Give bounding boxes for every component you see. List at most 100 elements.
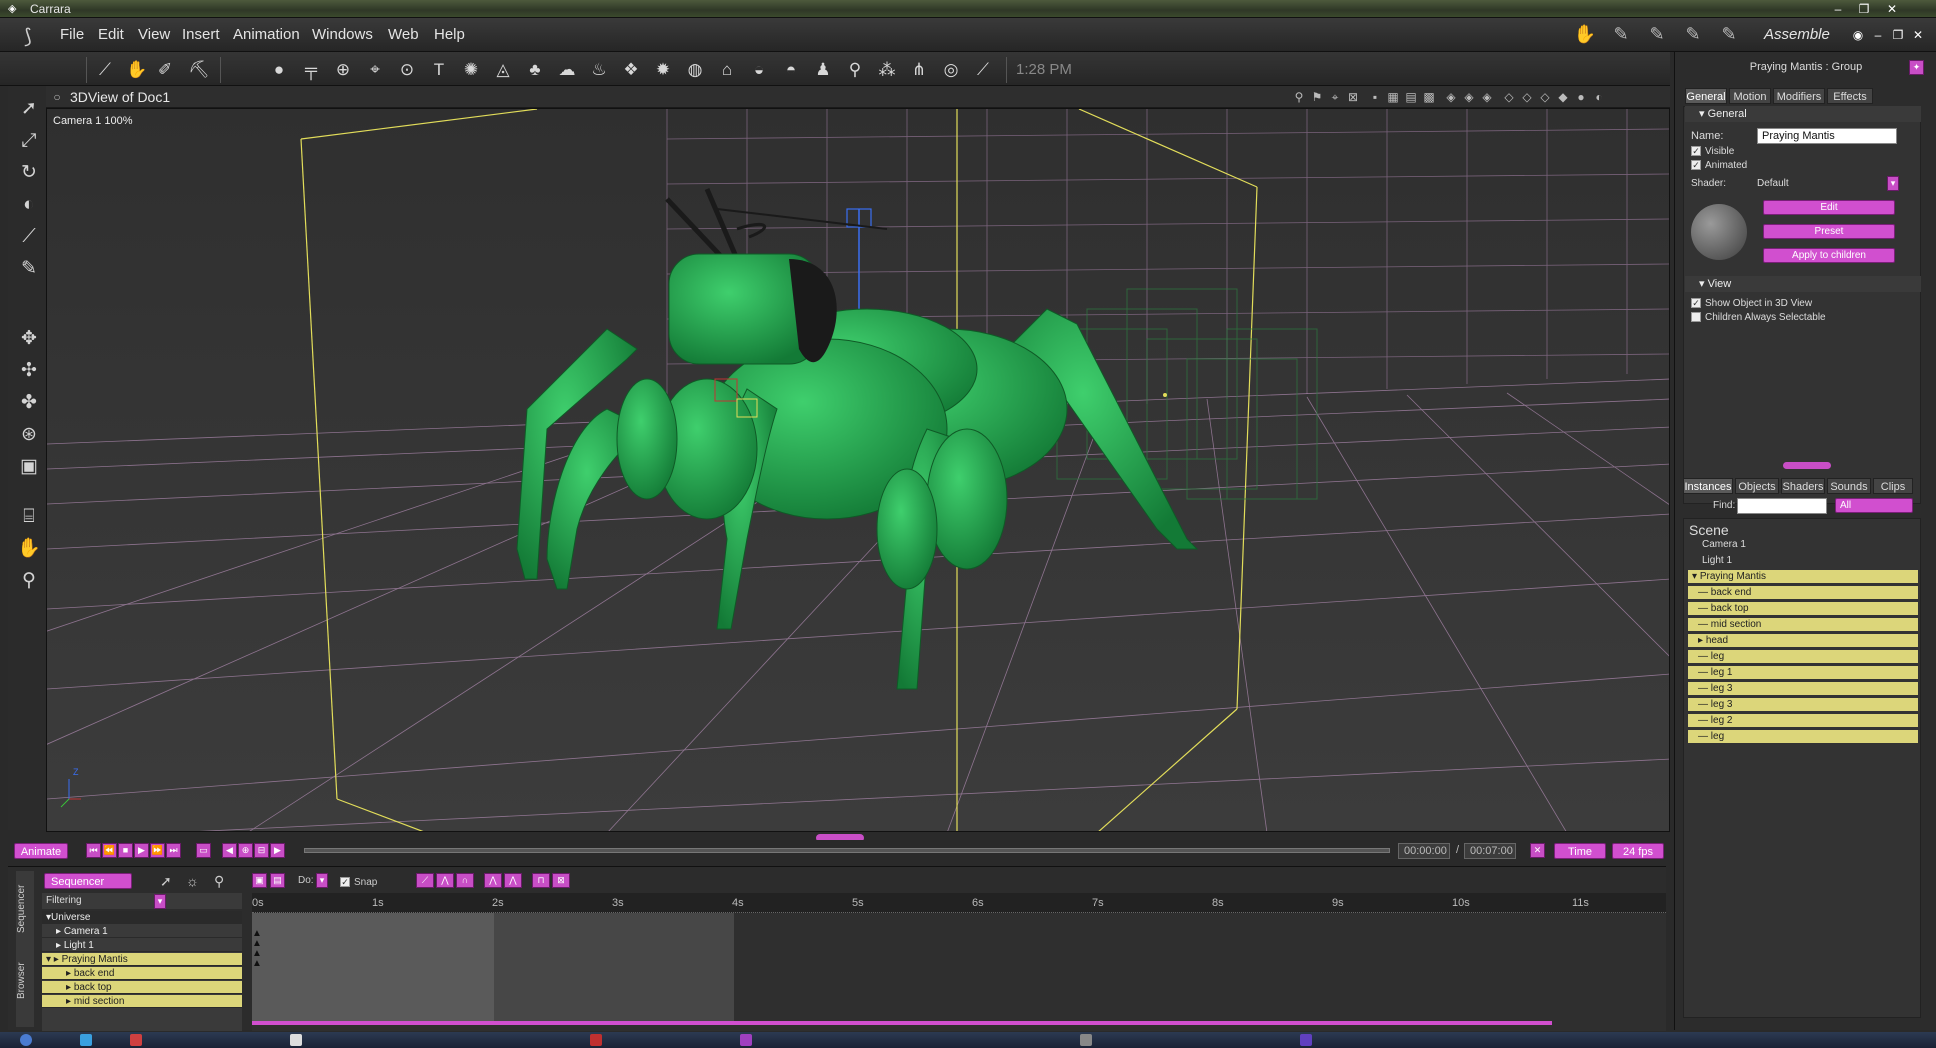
doc-select[interactable]: ▾ [316,873,328,888]
keyframe-markers[interactable]: ▲ ▲ ▲ ▲ [252,929,262,969]
expand-icon[interactable]: ▾ [1688,571,1700,582]
wand-icon[interactable]: ⟋ [94,59,116,81]
move-z-icon[interactable]: ✣ [16,358,42,384]
shade-wire-icon[interactable]: ◇ [1520,90,1534,104]
name-field[interactable]: Praying Mantis [1757,128,1897,144]
expand-icon[interactable]: ▸ [42,926,64,937]
tab-shaders[interactable]: Shaders [1781,478,1825,494]
menu-view[interactable]: View [138,26,170,43]
instance-row[interactable]: — leg 3 [1688,698,1918,712]
expand-icon[interactable]: ▸ [42,968,74,979]
layout-three-icon[interactable]: ▤ [1404,90,1418,104]
tab-instances[interactable]: Instances [1683,478,1733,494]
expand-icon[interactable]: ▸ [42,996,74,1007]
expand-icon[interactable]: ▾ [42,912,51,923]
taskbar-app-icon[interactable] [1300,1034,1312,1046]
menu-help[interactable]: Help [434,26,465,43]
sequencer-mode-select[interactable]: Sequencer [44,873,132,889]
house-icon[interactable]: ⌂ [716,59,738,81]
room-model-icon[interactable]: ✎ [1608,24,1634,48]
expand-icon[interactable]: ▸ [42,940,64,951]
pen-icon[interactable]: ✐ [154,59,176,81]
vertex-icon[interactable]: ⊙ [396,59,418,81]
end-time-field[interactable]: 00:07:00 [1464,843,1516,859]
taskbar-app-icon[interactable] [1080,1034,1092,1046]
track-row[interactable]: ▾ ▸ Praying Mantis [42,953,242,966]
instance-row[interactable]: — leg 1 [1688,666,1918,680]
tween-custom-icon[interactable]: ⊠ [552,873,570,888]
shader-select[interactable]: ▾ [1887,176,1899,191]
track-row[interactable]: ▸ back end [42,967,242,980]
trackball-icon[interactable]: ⊛ [16,422,42,448]
instance-row[interactable]: ▾ Praying Mantis [1688,570,1918,584]
hair-icon[interactable]: ✹ [652,59,674,81]
instance-row[interactable]: — back end [1688,586,1918,600]
move-xy-icon[interactable]: ✥ [16,326,42,352]
shade-bounding-icon[interactable]: ◇ [1538,90,1552,104]
taskbar-app-icon[interactable] [590,1034,602,1046]
3d-viewport[interactable]: Z Camera 1 100% [46,108,1670,832]
step-back-icon[interactable]: ⏪ [102,843,117,858]
view-tool-1-icon[interactable]: ⚲ [1292,90,1306,104]
tab-effects[interactable]: Effects [1827,88,1873,104]
fps-select[interactable]: 24 fps [1612,843,1664,859]
filter-select[interactable]: All [1835,498,1913,513]
globe-icon[interactable]: ⊕ [332,59,354,81]
menu-web[interactable]: Web [388,26,419,43]
ring-icon[interactable]: ◍ [684,59,706,81]
expand-icon[interactable]: ▸ [1688,635,1706,646]
text-icon[interactable]: T [428,59,450,81]
rotate-tool-icon[interactable]: ↻ [16,160,42,186]
restore-icon[interactable]: ❐ [1852,0,1876,18]
select-arrow-icon[interactable]: ➚ [16,96,42,122]
preset-button[interactable]: Preset [1763,224,1895,239]
seq-option-2-icon[interactable]: ▤ [270,873,285,888]
shader-value[interactable]: Default [1757,178,1789,189]
tab-modifiers[interactable]: Modifiers [1773,88,1825,104]
menu-windows[interactable]: Windows [312,26,373,43]
render-mode-2-icon[interactable]: ◈ [1462,90,1476,104]
room-build-icon[interactable]: ✋ [1572,24,1598,48]
panel-menu-icon[interactable]: ✦ [1909,60,1924,75]
edit-button[interactable]: Edit [1763,200,1895,215]
instance-row[interactable]: — leg [1688,650,1918,664]
step-forward-icon[interactable]: ⏩ [150,843,165,858]
next-key-icon[interactable]: ▶ [270,843,285,858]
tween-smooth-icon[interactable]: ∩ [456,873,474,888]
spotlight-icon[interactable]: ╤ [300,59,322,81]
tab-general[interactable]: General [1685,88,1727,104]
dolly-icon[interactable]: ✤ [16,390,42,416]
instance-row[interactable]: — mid section [1688,618,1918,632]
spline-icon[interactable]: ✺ [460,59,482,81]
instance-row[interactable]: ▸ head [1688,634,1918,648]
shade-box-icon[interactable]: ◇ [1502,90,1516,104]
camera-icon[interactable]: ⌖ [364,59,386,81]
paint-bucket-icon[interactable]: ✎ [16,256,42,282]
tween-linear-icon[interactable]: ⟋ [416,873,434,888]
tween-oscillate-icon[interactable]: ⋀ [504,873,522,888]
metaball-icon[interactable]: ❖ [620,59,642,81]
plant-icon[interactable]: ♣ [524,59,546,81]
paint-icon[interactable]: ⛏ [188,59,210,81]
menu-edit[interactable]: Edit [98,26,124,43]
shade-flat-icon[interactable]: ◆ [1556,90,1570,104]
figure-icon[interactable]: ♟ [812,59,834,81]
room-render-icon[interactable]: ✎ [1716,24,1742,48]
snap-checkbox[interactable]: ✓ [340,877,350,887]
timeline[interactable]: 0s 1s 2s 3s 4s 5s 6s 7s 8s 9s 10s 11s ▲ ▲… [252,893,1666,1031]
instance-row[interactable]: — leg 3 [1688,682,1918,696]
start-icon[interactable] [20,1034,32,1046]
tab-objects[interactable]: Objects [1735,478,1779,494]
go-end-icon[interactable]: ⏭ [166,843,181,858]
shade-smooth-icon[interactable]: ● [1574,90,1588,104]
ocean-icon[interactable]: ◒ [748,59,770,81]
animated-checkbox[interactable]: ✓ [1691,160,1701,170]
zoom-magnifier-icon[interactable]: ⚲ [16,568,42,594]
track-row[interactable]: ▸ Camera 1 [42,925,242,938]
view-tool-3-icon[interactable]: ⌖ [1328,90,1342,104]
instance-row[interactable]: Camera 1 [1688,538,1918,552]
room-texture-icon[interactable]: ✎ [1680,24,1706,48]
show-object-checkbox[interactable]: ✓ [1691,298,1701,308]
scene-canvas[interactable]: Z [47,109,1670,832]
doc-close-icon[interactable]: ✕ [1906,26,1930,44]
